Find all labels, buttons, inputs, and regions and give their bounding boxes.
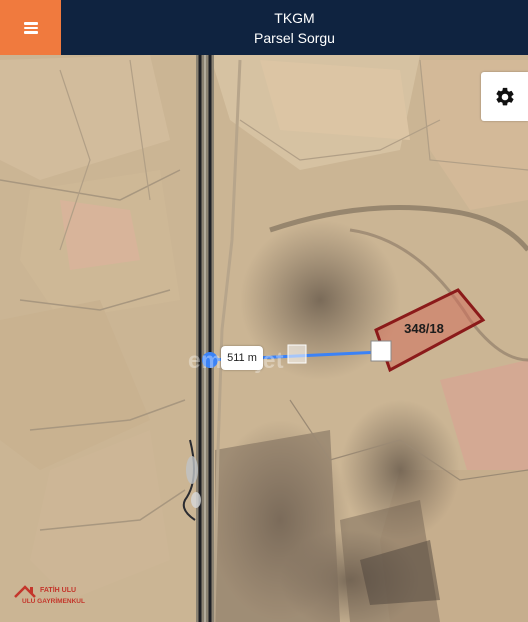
header-titles: TKGM Parsel Sorgu <box>61 0 528 55</box>
app-title: TKGM <box>274 10 315 26</box>
gear-icon <box>495 87 514 105</box>
agency-logo: FATİH ULU ULU GAYRİMENKUL <box>14 584 94 610</box>
satellite-map[interactable]: 348/18 emlakjet <box>0 55 528 622</box>
measure-midpoint-handle[interactable] <box>287 344 307 364</box>
house-logo-icon <box>14 585 36 598</box>
map-imagery: 348/18 <box>0 55 528 622</box>
measure-end-handle[interactable] <box>370 340 392 362</box>
menu-icon <box>23 21 38 34</box>
logo-tagline: ULU GAYRİMENKUL <box>22 598 85 605</box>
menu-button[interactable] <box>0 0 61 55</box>
distance-label: 511 m <box>221 346 263 370</box>
parcel-label: 348/18 <box>404 321 444 336</box>
settings-button[interactable] <box>481 72 528 121</box>
app-header: TKGM Parsel Sorgu <box>0 0 528 55</box>
app-subtitle: Parsel Sorgu <box>254 30 335 46</box>
logo-name: FATİH ULU <box>40 587 77 594</box>
